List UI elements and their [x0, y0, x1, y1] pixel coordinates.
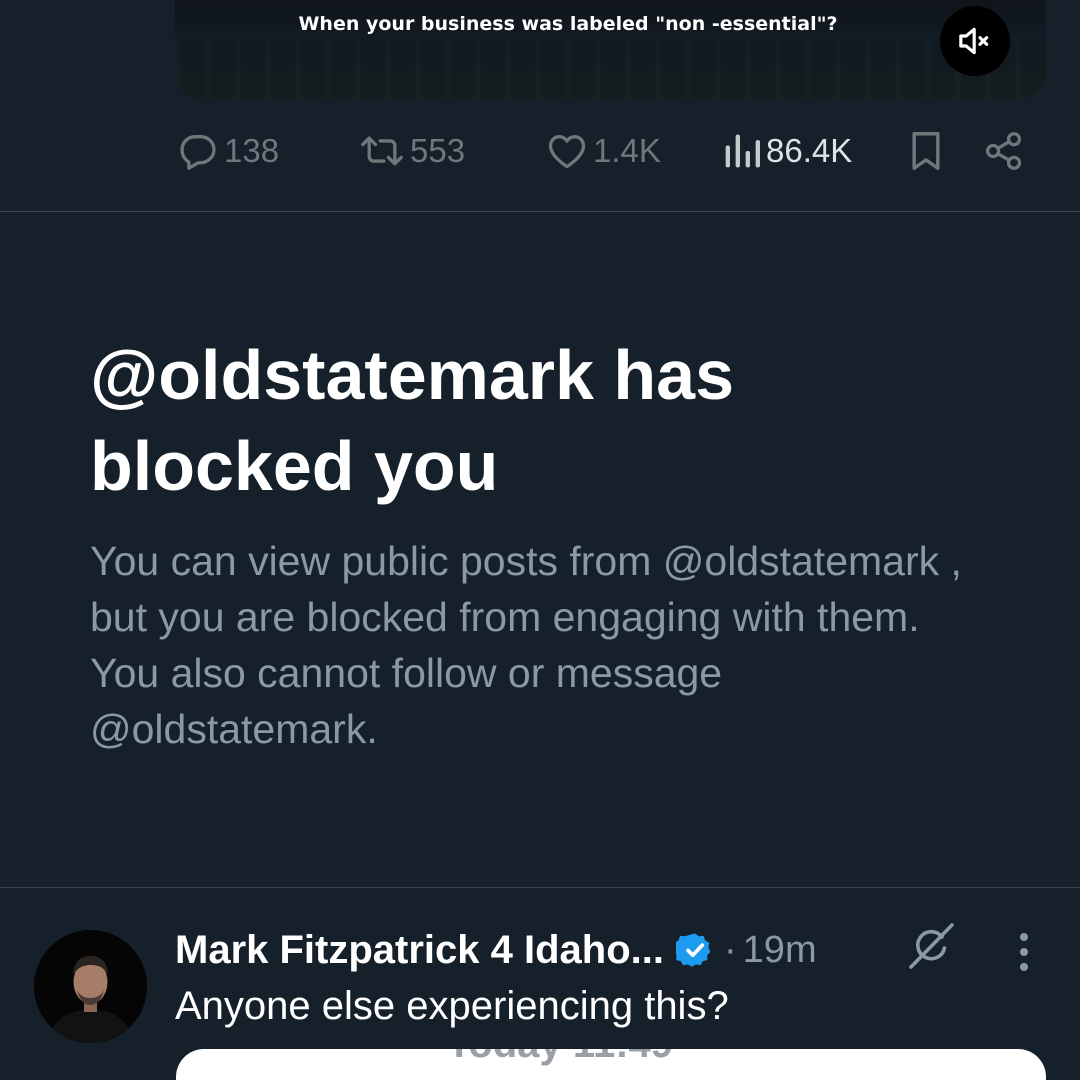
reply-icon — [180, 135, 216, 170]
grok-button[interactable] — [905, 920, 957, 972]
like-button[interactable]: 1.4K — [545, 128, 661, 174]
blocked-title: @oldstatemark has blocked you — [90, 336, 735, 505]
like-icon — [548, 135, 586, 169]
video-player[interactable]: When your business was labeled "non -ess… — [175, 0, 1046, 98]
video-caption: When your business was labeled "non -ess… — [298, 13, 838, 35]
repost-icon — [361, 136, 403, 166]
bookmark-icon — [912, 132, 940, 170]
media-timestamp-text: Today 11:49 — [176, 1049, 944, 1067]
mute-button[interactable] — [940, 6, 1010, 76]
post-media[interactable]: Today 11:49 — [176, 1049, 1046, 1080]
verified-badge[interactable] — [676, 931, 714, 969]
share-icon — [986, 132, 1022, 170]
volume-muted-icon — [959, 27, 989, 55]
post-action-bar: 138 553 1.4K 86.4K — [0, 128, 1080, 174]
separator: · — [724, 928, 737, 971]
reply-button[interactable]: 138 — [176, 128, 279, 174]
more-options-icon — [1020, 933, 1028, 971]
reply-count: 138 — [224, 132, 280, 169]
avatar-photo — [34, 930, 147, 1043]
divider — [0, 887, 1080, 888]
verified-badge-icon — [676, 933, 711, 967]
post-header: Mark Fitzpatrick 4 Idaho... · 19m — [175, 922, 817, 978]
video-frame — [175, 38, 1046, 98]
repost-count: 553 — [410, 132, 466, 169]
bookmark-button[interactable] — [906, 128, 946, 174]
avatar[interactable] — [34, 930, 147, 1043]
view-count: 86.4K — [766, 132, 853, 169]
blocked-description: You can view public posts from @oldstate… — [90, 538, 962, 752]
repost-button[interactable]: 553 — [358, 128, 465, 174]
more-options-button[interactable] — [1004, 930, 1044, 974]
views-icon — [725, 134, 760, 168]
post-timestamp[interactable]: 19m — [743, 929, 817, 972]
views-button[interactable]: 86.4K — [722, 128, 852, 174]
author-name[interactable]: Mark Fitzpatrick 4 Idaho... — [175, 928, 664, 973]
grok-icon — [909, 923, 954, 969]
like-count: 1.4K — [593, 132, 661, 169]
divider — [0, 211, 1080, 212]
post-text: Anyone else experiencing this? — [175, 984, 729, 1028]
share-button[interactable] — [984, 128, 1024, 174]
